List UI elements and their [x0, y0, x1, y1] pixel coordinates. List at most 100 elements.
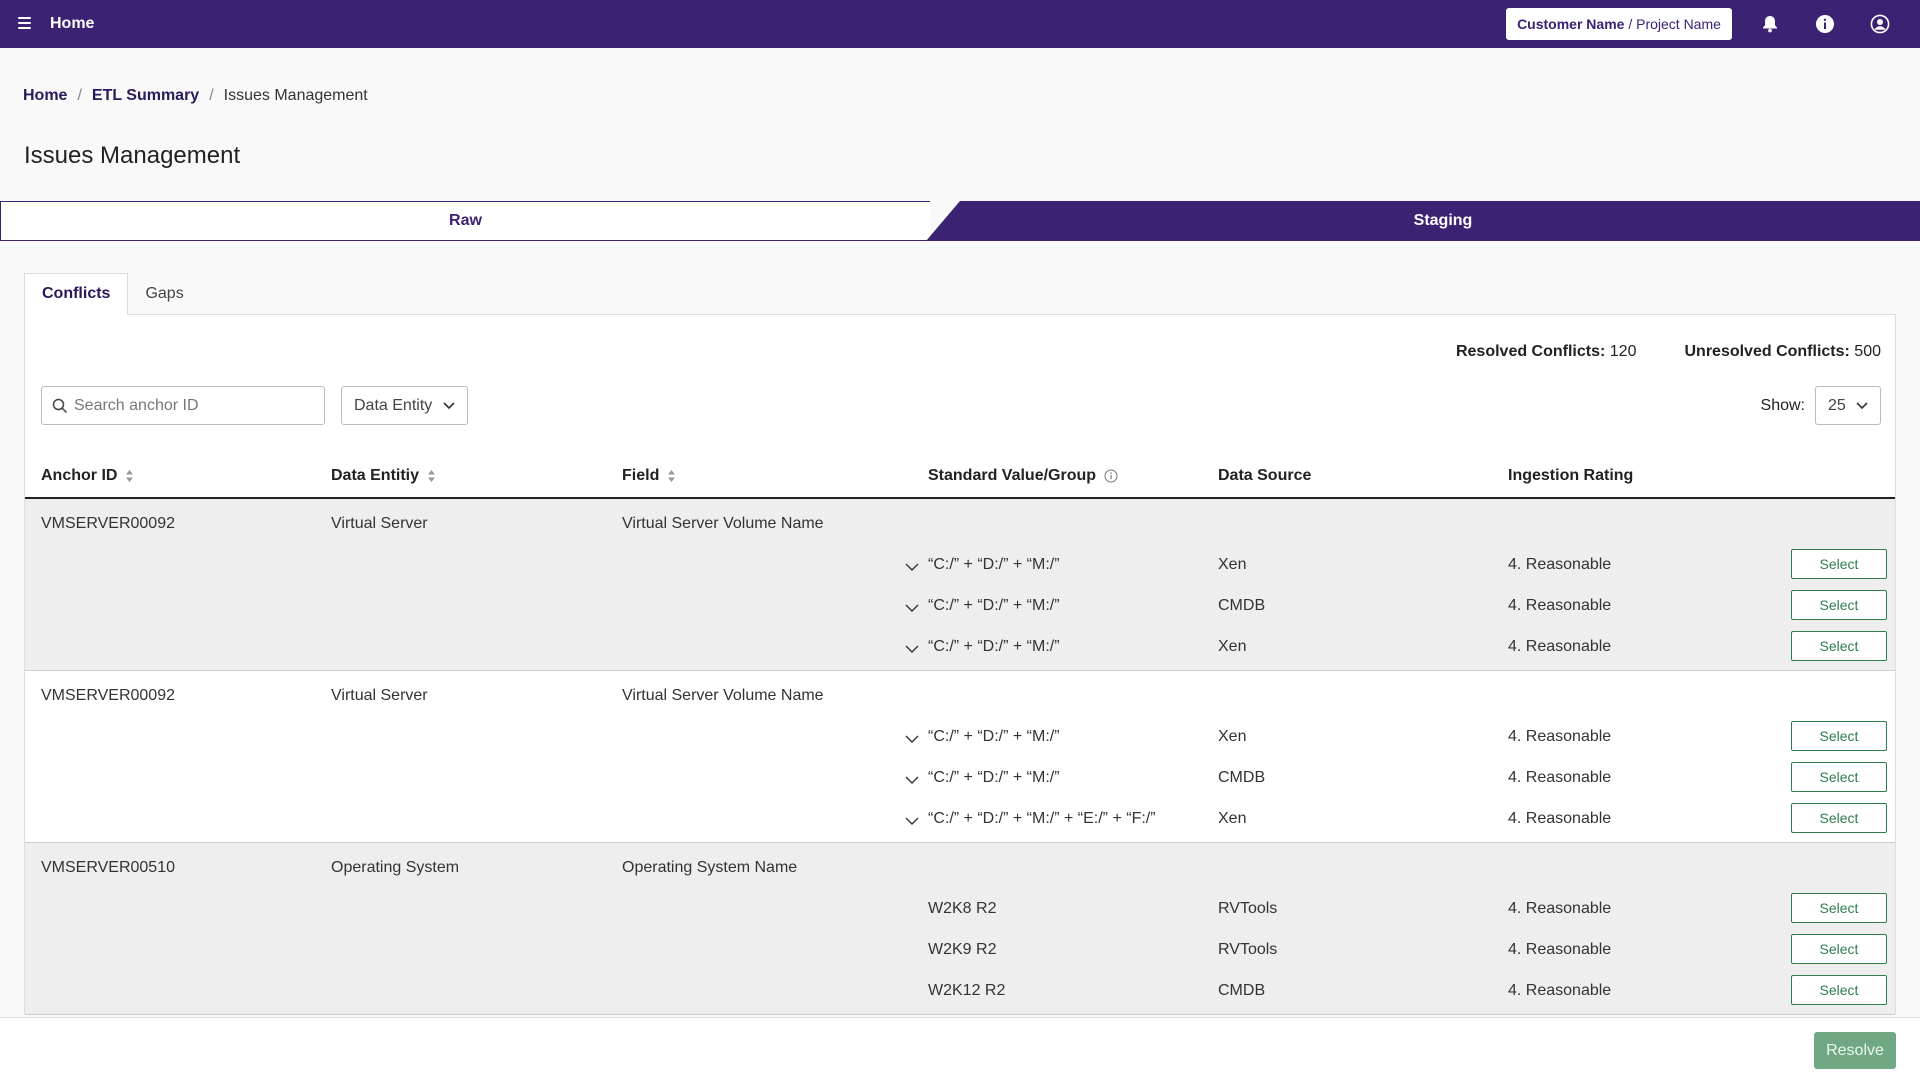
field-cell: Virtual Server Volume Name — [622, 515, 824, 532]
tab-conflicts[interactable]: Conflicts — [24, 273, 129, 315]
conflict-group: VMSERVER00092 Virtual Server Virtual Ser… — [25, 671, 1895, 843]
breadcrumb: Home / ETL Summary / Issues Management — [23, 87, 368, 105]
anchor-id-cell: VMSERVER00092 — [41, 515, 175, 532]
ingestion-rating-cell: 4. Reasonable — [1508, 941, 1612, 958]
chevron-down-icon[interactable] — [905, 735, 919, 744]
chevron-down-icon[interactable] — [905, 645, 919, 654]
sort-icon[interactable] — [667, 469, 676, 483]
breadcrumb-home[interactable]: Home — [23, 87, 67, 105]
tab-gaps[interactable]: Gaps — [128, 273, 200, 315]
sort-icon[interactable] — [427, 469, 436, 483]
chevron-down-icon — [443, 401, 455, 409]
select-button[interactable]: Select — [1791, 762, 1887, 792]
top-navigation-bar: Home Customer Name / Project Name — [0, 0, 1920, 48]
select-button[interactable]: Select — [1791, 549, 1887, 579]
data-source-cell: Xen — [1218, 556, 1247, 573]
chevron-down-icon — [1856, 401, 1868, 409]
column-header-data-source: Data Source — [1218, 467, 1312, 484]
data-entity-dropdown[interactable]: Data Entity — [341, 386, 468, 425]
search-anchor-input[interactable] — [74, 396, 304, 415]
hamburger-menu-icon[interactable] — [18, 17, 31, 29]
search-box — [41, 386, 325, 425]
show-label: Show: — [1760, 396, 1805, 414]
ingestion-rating-cell: 4. Reasonable — [1508, 556, 1612, 573]
data-source-cell: CMDB — [1218, 982, 1266, 999]
data-source-cell: RVTools — [1218, 941, 1278, 958]
resolve-button[interactable]: Resolve — [1814, 1032, 1896, 1069]
chevron-down-icon[interactable] — [905, 563, 919, 572]
page-title: Issues Management — [24, 142, 241, 169]
select-button[interactable]: Select — [1791, 721, 1887, 751]
ingestion-rating-cell: 4. Reasonable — [1508, 769, 1612, 786]
ingestion-rating-cell: 4. Reasonable — [1508, 810, 1612, 827]
ingestion-rating-cell: 4. Reasonable — [1508, 597, 1612, 614]
data-source-cell: RVTools — [1218, 900, 1278, 917]
stage-stepper: Raw Staging — [0, 201, 1920, 241]
table-header: Anchor ID Data Entitiy Field Standard Va… — [25, 455, 1895, 499]
column-header-standard-value: Standard Value/Group — [928, 467, 1118, 485]
select-button[interactable]: Select — [1791, 934, 1887, 964]
conflict-group: VMSERVER00510 Operating System Operating… — [25, 843, 1895, 1015]
select-button[interactable]: Select — [1791, 975, 1887, 1005]
column-header-anchor-id[interactable]: Anchor ID — [41, 467, 134, 485]
select-button[interactable]: Select — [1791, 803, 1887, 833]
standard-value-cell: “C:/” + “D:/” + “M:/” — [928, 556, 1060, 573]
bell-icon[interactable] — [1759, 13, 1781, 35]
conflicts-panel: Resolved Conflicts: 120 Unresolved Confl… — [24, 314, 1896, 1015]
project-separator: / — [1624, 16, 1637, 32]
chevron-down-icon[interactable] — [905, 604, 919, 613]
standard-value-cell: W2K9 R2 — [928, 941, 997, 958]
step-staging[interactable]: Staging — [926, 201, 1920, 241]
step-raw[interactable]: Raw — [0, 201, 930, 241]
select-button[interactable]: Select — [1791, 590, 1887, 620]
breadcrumb-etl-summary[interactable]: ETL Summary — [92, 87, 199, 105]
conflict-counts: Resolved Conflicts: 120 Unresolved Confl… — [1456, 343, 1881, 361]
issue-tabs: Conflicts Gaps — [24, 273, 201, 315]
project-selector-button[interactable]: Customer Name / Project Name — [1506, 8, 1732, 40]
standard-value-cell: “C:/” + “D:/” + “M:/” — [928, 728, 1060, 745]
standard-value-cell: “C:/” + “D:/” + “M:/” + “E:/” + “F:/” — [928, 810, 1156, 827]
data-source-cell: Xen — [1218, 810, 1247, 827]
data-entity-dropdown-label: Data Entity — [354, 396, 433, 414]
action-footer: Resolve — [0, 1017, 1920, 1080]
standard-value-cell: “C:/” + “D:/” + “M:/” — [928, 769, 1060, 786]
field-cell: Operating System Name — [622, 859, 798, 876]
user-account-icon[interactable] — [1869, 13, 1891, 35]
field-cell: Virtual Server Volume Name — [622, 687, 824, 704]
page-size-value: 25 — [1828, 396, 1846, 414]
data-source-cell: Xen — [1218, 638, 1247, 655]
project-name: Project Name — [1636, 16, 1721, 32]
ingestion-rating-cell: 4. Reasonable — [1508, 638, 1612, 655]
ingestion-rating-cell: 4. Reasonable — [1508, 982, 1612, 999]
data-source-cell: CMDB — [1218, 597, 1266, 614]
standard-value-cell: “C:/” + “D:/” + “M:/” — [928, 597, 1060, 614]
anchor-id-cell: VMSERVER00510 — [41, 859, 175, 876]
ingestion-rating-cell: 4. Reasonable — [1508, 900, 1612, 917]
app-home-title[interactable]: Home — [50, 15, 94, 33]
breadcrumb-separator: / — [209, 87, 214, 104]
data-source-cell: Xen — [1218, 728, 1247, 745]
info-circle-icon[interactable] — [1104, 469, 1118, 483]
sort-icon[interactable] — [125, 469, 134, 483]
customer-name: Customer Name — [1517, 16, 1625, 32]
breadcrumb-current: Issues Management — [223, 87, 368, 104]
column-header-data-entity[interactable]: Data Entitiy — [331, 467, 436, 485]
data-entity-cell: Virtual Server — [331, 515, 428, 532]
info-icon[interactable] — [1814, 13, 1836, 35]
breadcrumb-separator: / — [77, 87, 82, 104]
chevron-down-icon[interactable] — [905, 776, 919, 785]
resolved-conflicts-count: Resolved Conflicts: 120 — [1455, 343, 1637, 360]
unresolved-conflicts-count: Unresolved Conflicts: 500 — [1684, 343, 1881, 360]
standard-value-cell: “C:/” + “D:/” + “M:/” — [928, 638, 1060, 655]
chevron-down-icon[interactable] — [905, 817, 919, 826]
select-button[interactable]: Select — [1791, 631, 1887, 661]
column-header-ingestion-rating: Ingestion Rating — [1508, 467, 1634, 484]
anchor-id-cell: VMSERVER00092 — [41, 687, 175, 704]
page-size-select[interactable]: 25 — [1815, 386, 1881, 425]
data-entity-cell: Operating System — [331, 859, 460, 876]
ingestion-rating-cell: 4. Reasonable — [1508, 728, 1612, 745]
column-header-field[interactable]: Field — [622, 467, 676, 485]
conflict-group: VMSERVER00092 Virtual Server Virtual Ser… — [25, 499, 1895, 671]
select-button[interactable]: Select — [1791, 893, 1887, 923]
standard-value-cell: W2K12 R2 — [928, 982, 1006, 999]
